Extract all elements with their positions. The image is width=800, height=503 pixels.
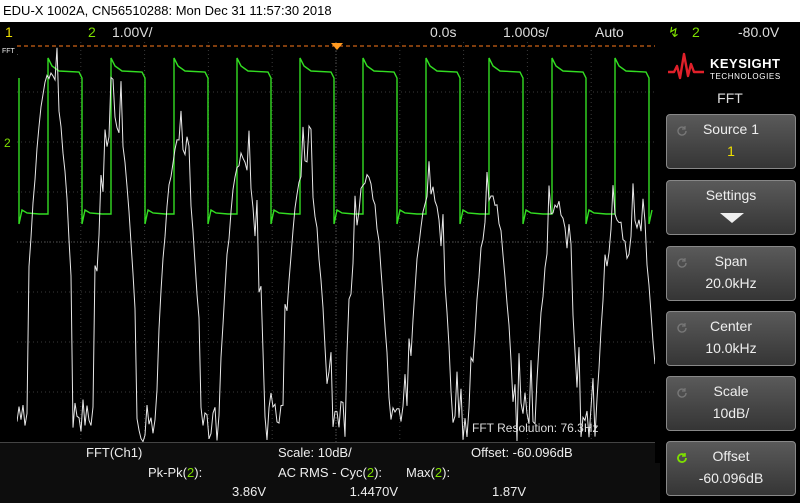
softkey-source-value: 1 [727,143,735,159]
measurement-label: Pk-Pk( [148,465,187,480]
channel-2-scale: 1.00V/ [112,24,153,40]
arrow-down-icon [720,213,744,223]
trigger-slope-icon: ↯ [668,24,680,40]
softkey-span-label: Span [714,253,748,269]
softkey-scale-value: 10dB/ [712,405,750,421]
menu-title: FFT [717,90,743,106]
graticule [17,42,655,442]
measurement-pk-pk[interactable]: Pk-Pk(2): 3.86V [148,463,268,503]
trigger-level: -80.0V [738,24,780,40]
waveform-display[interactable]: FFT FFT Resolution: 76.3Hz [17,42,655,442]
softkey-offset[interactable]: Offset -60.096dB [666,441,796,496]
measurement-label-suffix: ): [194,465,203,480]
fft-source: FFT(Ch1) [86,445,143,460]
measurement-channel: 2 [366,465,375,480]
softkey-sidebar: KEYSIGHT TECHNOLOGIES FFT Source 1 1 Set… [660,42,800,503]
measurements-bar: Pk-Pk(2): 3.86V AC RMS - Cyc(2): 1.4470V… [0,463,660,503]
keysight-logo: KEYSIGHT TECHNOLOGIES [668,48,798,84]
trigger-source: 2 [692,24,700,40]
measurement-ac-rms[interactable]: AC RMS - Cyc(2): 1.4470V [278,463,400,503]
brand-subtitle: TECHNOLOGIES [710,72,781,81]
measurement-label-suffix: ): [374,465,383,480]
softkey-source-label: Source 1 [702,121,760,137]
window-title: EDU-X 1002A, CN56510288: Mon Dec 31 11:5… [3,3,332,18]
measurement-value: 1.87V [492,484,526,499]
softkey-scale[interactable]: Scale 10dB/ [666,376,796,431]
softkey-span[interactable]: Span 20.0kHz [666,246,796,301]
softkey-source[interactable]: Source 1 1 [666,114,796,169]
channel-2-ground-marker: 2 [4,136,11,150]
fft-info-bar: FFT(Ch1) Scale: 10dB/ Offset: -60.096dB [0,442,655,463]
fft-offset: Offset: -60.096dB [471,445,573,460]
softkey-center[interactable]: Center 10.0kHz [666,311,796,366]
softkey-offset-value: -60.096dB [698,470,764,486]
fft-ground-marker-label: FFT [2,48,15,55]
softkey-offset-label: Offset [712,448,750,464]
softkey-settings-label: Settings [705,187,757,203]
measurement-max[interactable]: Max(2): 1.87V [406,463,528,503]
fft-resolution-annotation: FFT Resolution: 76.3Hz [472,421,599,435]
keysight-wave-icon [668,52,704,80]
softkey-span-value: 20.0kHz [705,275,757,291]
softkey-settings[interactable]: Settings [666,180,796,235]
brand-name: KEYSIGHT [710,56,781,71]
measurement-label: AC RMS - Cyc( [278,465,367,480]
measurement-label: Max( [406,465,435,480]
fft-scale: Scale: 10dB/ [278,445,352,460]
softkey-scale-label: Scale [713,383,749,399]
title-bar: EDU-X 1002A, CN56510288: Mon Dec 31 11:5… [0,0,800,22]
time-delay: 0.0s [430,24,457,40]
measurement-value: 1.4470V [349,484,398,499]
measurement-label-suffix: ): [442,465,451,480]
time-scale: 1.000s/ [503,24,549,40]
softkey-center-value: 10.0kHz [705,340,757,356]
status-bar: 1 2 1.00V/ 0.0s 1.000s/ Auto ↯ 2 -80.0V [0,22,800,42]
channel-1-indicator[interactable]: 1 [5,22,13,42]
fft-ground-marker: FFT [17,53,18,62]
channel-2-indicator[interactable]: 2 [88,22,96,42]
softkey-center-label: Center [709,318,753,334]
measurement-value: 3.86V [232,484,266,499]
trigger-mode: Auto [595,24,624,40]
